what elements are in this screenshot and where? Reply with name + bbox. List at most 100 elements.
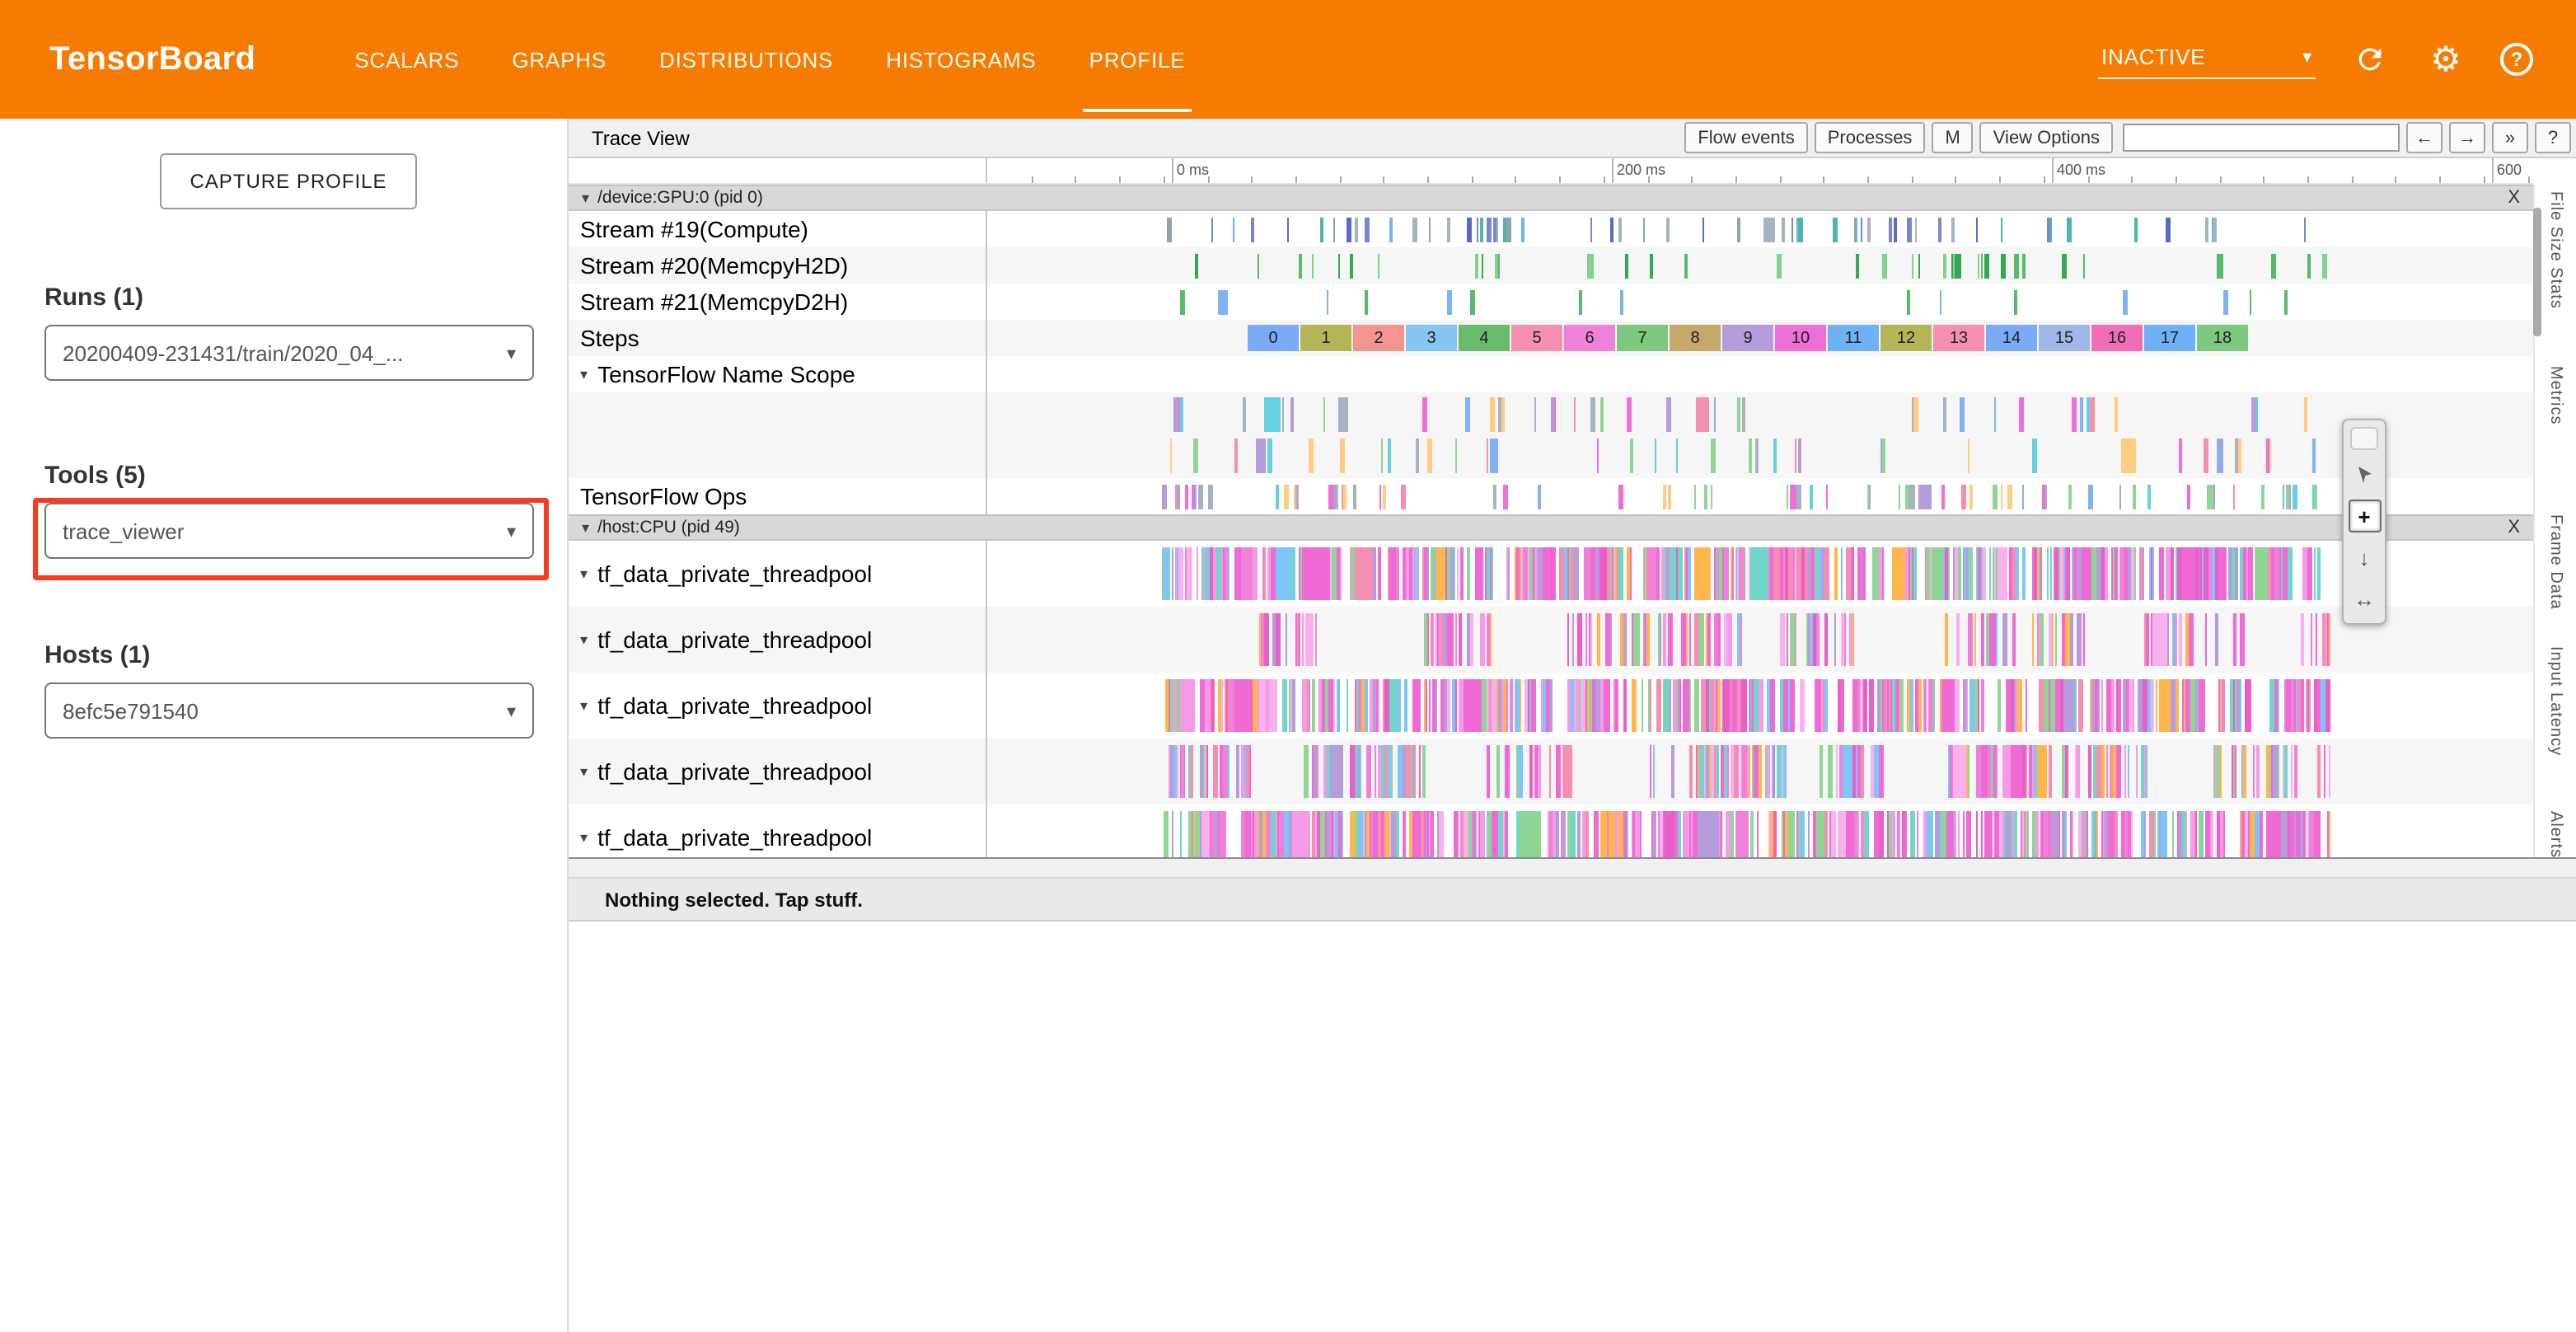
trace-event[interactable] — [2205, 811, 2210, 857]
trace-event[interactable] — [1900, 679, 1904, 732]
trace-event[interactable] — [2127, 811, 2129, 857]
trace-event[interactable] — [2288, 547, 2293, 600]
trace-event[interactable] — [1504, 218, 1506, 242]
trace-event[interactable] — [1228, 547, 1229, 600]
trace-event[interactable] — [1852, 679, 1856, 732]
trace-event[interactable] — [2018, 679, 2022, 732]
trace-event[interactable] — [2159, 811, 2161, 857]
trace-event[interactable] — [1194, 254, 1197, 279]
trace-event[interactable] — [1299, 254, 1301, 279]
trace-event[interactable] — [2044, 811, 2049, 857]
trace-event[interactable] — [1590, 218, 1591, 242]
trace-event[interactable] — [1784, 811, 1787, 857]
trace-event[interactable] — [2000, 485, 2003, 509]
trace-event[interactable] — [1960, 397, 1965, 432]
trace-event[interactable] — [1304, 745, 1309, 798]
trace-event[interactable] — [1860, 811, 1863, 857]
trace-event[interactable] — [1976, 218, 1979, 242]
trace-event[interactable] — [2249, 547, 2253, 600]
trace-event[interactable] — [2131, 811, 2133, 857]
trace-event[interactable] — [1861, 745, 1864, 798]
trace-event[interactable] — [2037, 613, 2039, 666]
trace-event[interactable] — [1266, 679, 1269, 732]
trace-event[interactable] — [1446, 218, 1450, 242]
trace-event[interactable] — [1950, 745, 1951, 798]
trace-event[interactable] — [1253, 547, 1258, 600]
trace-event[interactable] — [1567, 679, 1571, 732]
trace-event[interactable] — [2022, 254, 2026, 279]
trace-event[interactable] — [1458, 613, 1460, 666]
trace-event[interactable] — [1728, 547, 1730, 600]
trace-event[interactable] — [1520, 811, 1541, 857]
trace-event[interactable] — [1756, 811, 1758, 857]
trace-event[interactable] — [1942, 485, 1946, 509]
trace-event[interactable] — [1572, 613, 1574, 666]
trace-event[interactable] — [2012, 679, 2015, 732]
trace-event[interactable] — [1988, 811, 1993, 857]
trace-event[interactable] — [1809, 485, 1813, 509]
trace-event[interactable] — [1834, 547, 1838, 600]
trace-event[interactable] — [1782, 218, 1785, 242]
trace-event[interactable] — [1323, 745, 1328, 798]
trace-event[interactable] — [2327, 811, 2329, 857]
trace-event[interactable] — [1426, 439, 1431, 473]
trace-event[interactable] — [1525, 679, 1528, 732]
threadpool-row-label[interactable]: ▾tf_data_private_threadpool — [569, 804, 986, 857]
trace-event[interactable] — [1446, 290, 1451, 315]
trace-event[interactable] — [1945, 613, 1947, 666]
trace-event[interactable] — [1562, 745, 1567, 798]
trace-event[interactable] — [1625, 254, 1628, 279]
trace-event[interactable] — [1908, 485, 1912, 509]
trace-event[interactable] — [2251, 397, 2255, 432]
trace-event[interactable] — [1182, 745, 1183, 798]
trace-event[interactable] — [1515, 679, 1520, 732]
trace-event[interactable] — [1578, 613, 1583, 666]
trace-event[interactable] — [2008, 547, 2013, 600]
trace-event[interactable] — [1855, 218, 1857, 242]
trace-event[interactable] — [2021, 547, 2026, 600]
trace-event[interactable] — [1267, 439, 1272, 473]
status-dropdown[interactable]: INACTIVE ▾ — [2098, 40, 2316, 78]
trace-event[interactable] — [1852, 547, 1853, 600]
trace-event[interactable] — [2127, 745, 2129, 798]
trace-event[interactable] — [1605, 679, 1609, 732]
trace-event[interactable] — [1678, 811, 1681, 857]
trace-event[interactable] — [1888, 811, 1893, 857]
trace-event[interactable] — [2293, 485, 2297, 509]
trace-event[interactable] — [1538, 745, 1540, 798]
trace-event[interactable] — [1870, 745, 1874, 798]
trace-event[interactable] — [1694, 679, 1698, 732]
panel-resize-handle[interactable] — [569, 859, 2576, 879]
trace-event[interactable] — [1817, 811, 1820, 857]
trace-event[interactable] — [1773, 811, 1777, 857]
trace-event[interactable] — [1651, 811, 1654, 857]
trace-event[interactable] — [2199, 811, 2203, 857]
nav-tab-scalars[interactable]: SCALARS — [328, 0, 485, 119]
trace-event[interactable] — [2133, 485, 2136, 509]
trace-event[interactable] — [1378, 254, 1380, 279]
trace-event[interactable] — [1347, 218, 1351, 242]
trace-event[interactable] — [1296, 485, 1298, 509]
trace-event[interactable] — [1380, 547, 1382, 600]
trace-event[interactable] — [1642, 679, 1643, 732]
trace-event[interactable] — [1679, 679, 1681, 732]
trace-event[interactable] — [1824, 547, 1829, 600]
trace-event[interactable] — [1276, 613, 1280, 666]
trace-event[interactable] — [1365, 218, 1370, 242]
trace-event[interactable] — [1471, 613, 1473, 666]
trace-event[interactable] — [1740, 679, 1742, 732]
trace-event[interactable] — [2297, 811, 2301, 857]
trace-event[interactable] — [2181, 547, 2186, 600]
trace-event[interactable] — [1429, 679, 1431, 732]
trace-event[interactable] — [1865, 811, 1868, 857]
trace-event[interactable] — [1350, 254, 1354, 279]
collapse-triangle-icon[interactable]: ▾ — [580, 828, 588, 847]
trace-event[interactable] — [1388, 439, 1391, 473]
trace-event[interactable] — [1341, 439, 1345, 473]
trace-event[interactable] — [1970, 485, 1974, 509]
trace-event[interactable] — [1244, 745, 1247, 798]
trace-event[interactable] — [1939, 218, 1941, 242]
trace-event[interactable] — [1583, 547, 1590, 600]
trace-event[interactable] — [2297, 679, 2301, 732]
trace-event[interactable] — [2166, 218, 2170, 242]
